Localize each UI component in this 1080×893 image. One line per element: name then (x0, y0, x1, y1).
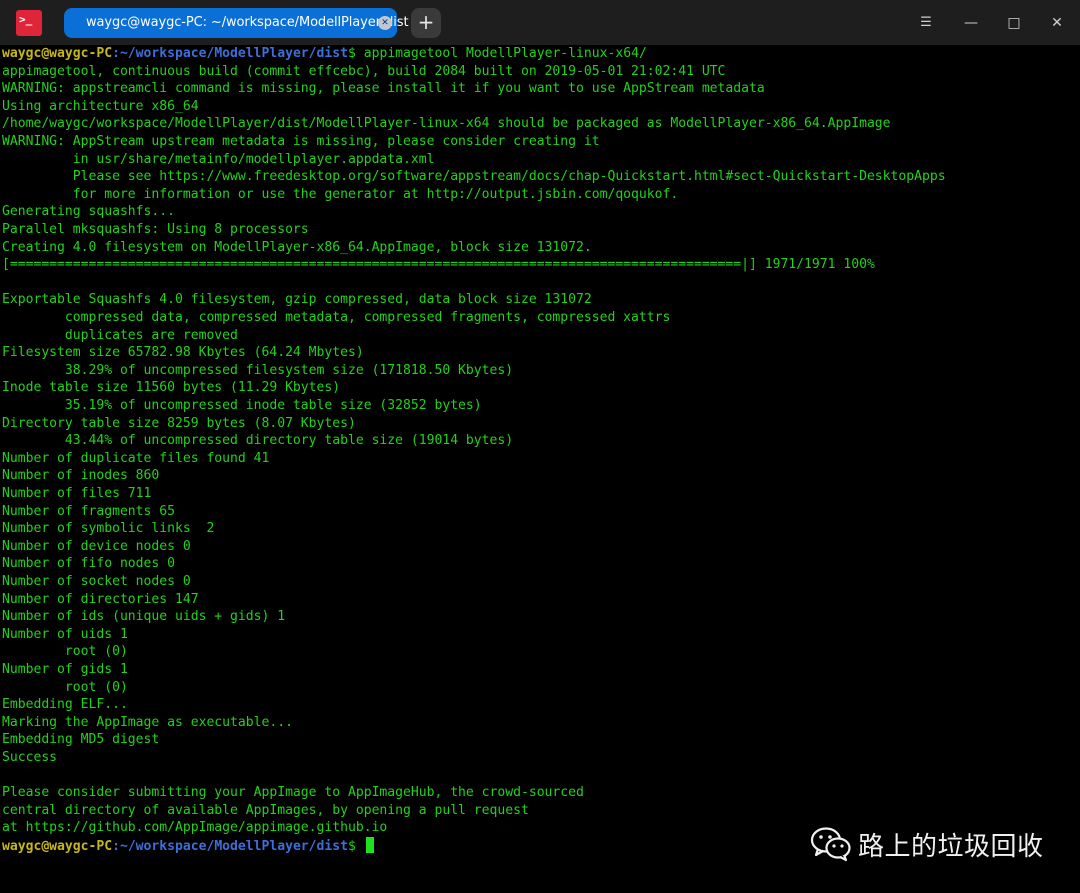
prompt-path: :~/workspace/ModellPlayer/dist (112, 46, 348, 61)
output-line: Number of fifo nodes 0 (2, 556, 175, 571)
output-line: root (0) (2, 680, 128, 695)
watermark: 路上的垃圾回收 (810, 822, 1044, 866)
output-line: Exportable Squashfs 4.0 filesystem, gzip… (2, 292, 592, 307)
output-line: [=======================================… (2, 257, 875, 272)
new-tab-button[interactable]: + (411, 8, 441, 38)
output-line: Embedding ELF... (2, 697, 128, 712)
prompt-user: waygc@waygc-PC (2, 839, 113, 854)
prompt-line-command: waygc@waygc-PC:~/workspace/ModellPlayer/… (2, 45, 647, 63)
output-line: Creating 4.0 filesystem on ModellPlayer-… (2, 240, 592, 255)
output-line: Inode table size 11560 bytes (11.29 Kbyt… (2, 380, 341, 395)
output-line: Number of symbolic links 2 (2, 521, 215, 536)
prompt-symbol: $ (348, 46, 364, 61)
output-line: Number of fragments 65 (2, 504, 175, 519)
output-line: /home/waygc/workspace/ModellPlayer/dist/… (2, 116, 891, 131)
output-line: Directory table size 8259 bytes (8.07 Kb… (2, 416, 356, 431)
output-line: Number of socket nodes 0 (2, 574, 191, 589)
output-line: central directory of available AppImages… (2, 803, 529, 818)
terminal-app-icon[interactable]: >_ (16, 10, 42, 36)
output-line: Number of device nodes 0 (2, 539, 191, 554)
output-line: Please consider submitting your AppImage… (2, 785, 584, 800)
terminal-output[interactable]: waygc@waygc-PC:~/workspace/ModellPlayer/… (0, 45, 1080, 893)
minimize-button[interactable]: — (960, 12, 982, 34)
output-line: Embedding MD5 digest (2, 732, 160, 747)
text-cursor (365, 837, 374, 853)
output-line: Number of inodes 860 (2, 468, 160, 483)
output-line: 43.44% of uncompressed directory table s… (2, 433, 514, 448)
command-text: appimagetool ModellPlayer-linux-x64/ (363, 46, 647, 61)
output-line: Number of duplicate files found 41 (2, 451, 270, 466)
output-line: for more information or use the generato… (2, 187, 679, 202)
output-line: 38.29% of uncompressed filesystem size (… (2, 363, 514, 378)
output-line: at https://github.com/AppImage/appimage.… (2, 820, 388, 835)
terminal-window: >_ waygc@waygc-PC: ~/workspace/ModellPla… (0, 0, 1080, 893)
output-line: compressed data, compressed metadata, co… (2, 310, 671, 325)
output-line: Number of uids 1 (2, 627, 128, 642)
output-line: Number of gids 1 (2, 662, 128, 677)
output-line: Please see https://www.freedesktop.org/s… (2, 169, 946, 184)
output-line: WARNING: appstreamcli command is missing… (2, 81, 765, 96)
prompt-path: :~/workspace/ModellPlayer/dist (112, 839, 348, 854)
tab-active[interactable]: waygc@waygc-PC: ~/workspace/ModellPlayer… (64, 8, 409, 38)
wechat-icon (810, 827, 851, 862)
output-line: WARNING: AppStream upstream metadata is … (2, 134, 600, 149)
output-line: in usr/share/metainfo/modellplayer.appda… (2, 152, 435, 167)
output-line: appimagetool, continuous build (commit e… (2, 64, 726, 79)
output-line: Number of ids (unique uids + gids) 1 (2, 609, 286, 624)
output-line: Success (2, 750, 58, 765)
tab-close-icon[interactable]: ✕ (378, 16, 392, 30)
output-line: Generating squashfs... (2, 204, 175, 219)
prompt-line-current: waygc@waygc-PC:~/workspace/ModellPlayer/… (2, 837, 374, 855)
close-button[interactable]: ✕ (1046, 12, 1068, 34)
maximize-button[interactable]: □ (1003, 12, 1025, 34)
output-line: root (0) (2, 644, 128, 659)
menu-icon[interactable]: ☰ (915, 12, 937, 34)
output-line: Number of directories 147 (2, 592, 199, 607)
output-line: Parallel mksquashfs: Using 8 processors (2, 222, 309, 237)
output-line: Using architecture x86_64 (2, 99, 199, 114)
title-bar: >_ waygc@waygc-PC: ~/workspace/ModellPla… (0, 0, 1080, 45)
tab-title: waygc@waygc-PC: ~/workspace/ModellPlayer… (86, 15, 409, 30)
output-line: Filesystem size 65782.98 Kbytes (64.24 M… (2, 345, 364, 360)
output-line: Number of files 711 (2, 486, 152, 501)
prompt-user: waygc@waygc-PC (2, 46, 113, 61)
output-line: duplicates are removed (2, 328, 238, 343)
watermark-text: 路上的垃圾回收 (858, 831, 1044, 862)
prompt-symbol: $ (348, 839, 364, 854)
output-line: Marking the AppImage as executable... (2, 715, 293, 730)
output-line: 35.19% of uncompressed inode table size … (2, 398, 482, 413)
